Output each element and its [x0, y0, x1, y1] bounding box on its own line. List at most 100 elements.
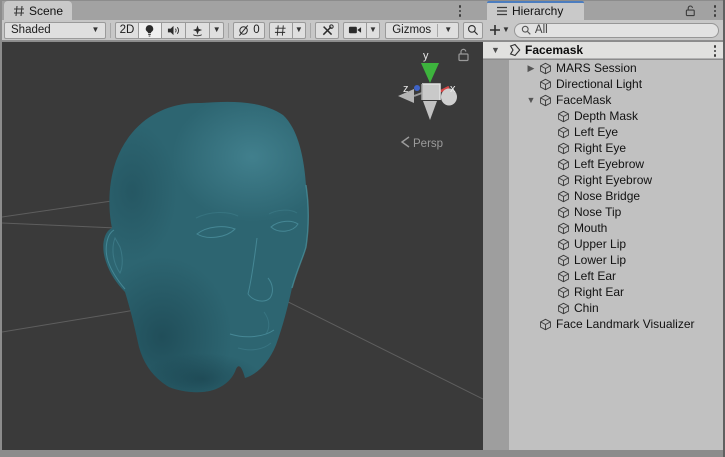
scene-tab-label: Scene: [29, 4, 63, 18]
toolbar-separator: [228, 23, 229, 38]
row-label: Nose Tip: [574, 205, 621, 219]
tab-scene[interactable]: Scene: [4, 1, 72, 20]
camera-button[interactable]: [343, 22, 366, 39]
hierarchy-row[interactable]: Directional Light: [483, 76, 723, 92]
row-arrow-icon[interactable]: ▼: [523, 95, 539, 105]
scene-row-kebab-icon[interactable]: [714, 45, 717, 57]
projection-label[interactable]: Persp: [413, 138, 443, 150]
axis-z-label[interactable]: z: [403, 83, 409, 95]
orientation-gizmo[interactable]: y z x Persp: [398, 50, 457, 150]
search-filter-label: All: [535, 24, 548, 36]
cube-icon: [539, 318, 552, 331]
hierarchy-row[interactable]: ▼ FaceMask: [483, 92, 723, 108]
tab-hierarchy[interactable]: Hierarchy: [487, 1, 584, 20]
hierarchy-row[interactable]: Right Eyebrow: [483, 172, 723, 188]
cube-icon: [557, 238, 570, 251]
row-arrow-icon[interactable]: ▶: [523, 63, 539, 74]
button-divider: [437, 24, 438, 37]
component-tools-button[interactable]: [315, 22, 339, 39]
axis-bottom-cone[interactable]: [423, 101, 437, 120]
scene-root-row[interactable]: ▼ Facemask: [483, 42, 723, 59]
lighting-toggle-button[interactable]: [139, 22, 162, 39]
cube-icon: [557, 206, 570, 219]
hierarchy-row[interactable]: Right Eye: [483, 140, 723, 156]
unity-scene-icon: [507, 43, 521, 57]
grid-toggle-button[interactable]: [269, 22, 292, 39]
hierarchy-row[interactable]: Left Ear: [483, 268, 723, 284]
gizmo-cube[interactable]: [422, 84, 440, 100]
lock-open-icon[interactable]: [685, 5, 697, 17]
hierarchy-row[interactable]: Lower Lip: [483, 252, 723, 268]
2d-toggle-button[interactable]: 2D: [115, 22, 138, 39]
axis-x-label[interactable]: x: [450, 83, 456, 95]
hierarchy-row[interactable]: Left Eyebrow: [483, 156, 723, 172]
row-label: Right Eyebrow: [574, 173, 652, 187]
row-label: Left Eyebrow: [574, 157, 644, 171]
hierarchy-row[interactable]: Mouth: [483, 220, 723, 236]
focus-indicator: [487, 1, 584, 3]
scene-tabbar: Scene: [2, 1, 483, 20]
hierarchy-row[interactable]: Nose Tip: [483, 204, 723, 220]
hierarchy-row[interactable]: Nose Bridge: [483, 188, 723, 204]
row-label: Left Eye: [574, 125, 618, 139]
cube-icon: [539, 62, 552, 75]
hierarchy-row[interactable]: Right Ear: [483, 284, 723, 300]
hierarchy-row[interactable]: Depth Mask: [483, 108, 723, 124]
cube-icon: [539, 78, 552, 91]
row-label: Nose Bridge: [574, 189, 640, 203]
gizmos-label: Gizmos: [392, 24, 431, 36]
hierarchy-row[interactable]: Chin: [483, 300, 723, 316]
gizmos-dropdown[interactable]: Gizmos ▼: [385, 22, 459, 39]
hidden-objects-button[interactable]: 0: [233, 22, 265, 39]
chevron-down-icon: ▼: [444, 26, 452, 34]
lightbulb-icon: [143, 24, 156, 37]
create-button[interactable]: ▼: [483, 24, 512, 36]
row-label: Depth Mask: [574, 109, 638, 123]
axis-z-dot: [414, 85, 420, 91]
chevron-down-icon: ▼: [213, 26, 221, 34]
cube-icon: [557, 254, 570, 267]
grid-dropdown[interactable]: ▼: [293, 22, 307, 39]
effects-dropdown[interactable]: ▼: [210, 22, 224, 39]
scene-search-button[interactable]: [463, 22, 483, 39]
row-label: Chin: [574, 301, 599, 315]
cube-icon: [557, 142, 570, 155]
effects-toggle-button[interactable]: [186, 22, 210, 39]
scene-lock-open-icon[interactable]: [459, 49, 468, 60]
cube-icon: [557, 222, 570, 235]
cube-icon: [557, 302, 570, 315]
hierarchy-tree: ▶ MARS Session Directional Light ▼ FaceM…: [483, 60, 723, 450]
draw-mode-dropdown[interactable]: Shaded ▼: [4, 22, 106, 39]
row-label: Left Ear: [574, 269, 616, 283]
collapse-arrow-icon[interactable]: ▼: [491, 42, 507, 58]
camera-icon: [348, 24, 362, 36]
row-label: Face Landmark Visualizer: [556, 317, 695, 331]
hierarchy-tabbar: Hierarchy: [483, 1, 723, 20]
hierarchy-toolbar: ▼ All: [483, 20, 723, 41]
2d-label: 2D: [120, 24, 135, 36]
face-mask-model[interactable]: [87, 92, 332, 417]
chevron-down-icon: ▼: [369, 26, 377, 34]
hierarchy-search-input[interactable]: All: [514, 23, 719, 38]
chevron-down-icon: ▼: [295, 26, 303, 34]
scene-viewport[interactable]: y z x Persp: [2, 42, 483, 450]
audio-icon: [167, 24, 180, 37]
search-icon: [521, 25, 532, 36]
scene-panel: Scene Shaded ▼ 2D: [2, 1, 483, 450]
axis-y-cone[interactable]: [421, 63, 439, 83]
hierarchy-tab-label: Hierarchy: [512, 4, 563, 18]
persp-arrow-icon: [402, 137, 409, 147]
hierarchy-row[interactable]: Upper Lip: [483, 236, 723, 252]
camera-dropdown[interactable]: ▼: [367, 22, 381, 39]
hierarchy-row[interactable]: Face Landmark Visualizer: [483, 316, 723, 332]
hierarchy-kebab-menu-icon[interactable]: [714, 5, 717, 17]
hierarchy-row[interactable]: Left Eye: [483, 124, 723, 140]
cube-icon: [557, 190, 570, 203]
audio-toggle-button[interactable]: [162, 22, 186, 39]
hierarchy-row[interactable]: ▶ MARS Session: [483, 60, 723, 76]
hidden-count: 0: [253, 24, 259, 36]
axis-y-label[interactable]: y: [423, 50, 429, 62]
search-icon: [467, 24, 479, 36]
row-label: MARS Session: [556, 61, 637, 75]
scene-kebab-menu-icon[interactable]: [459, 5, 462, 17]
